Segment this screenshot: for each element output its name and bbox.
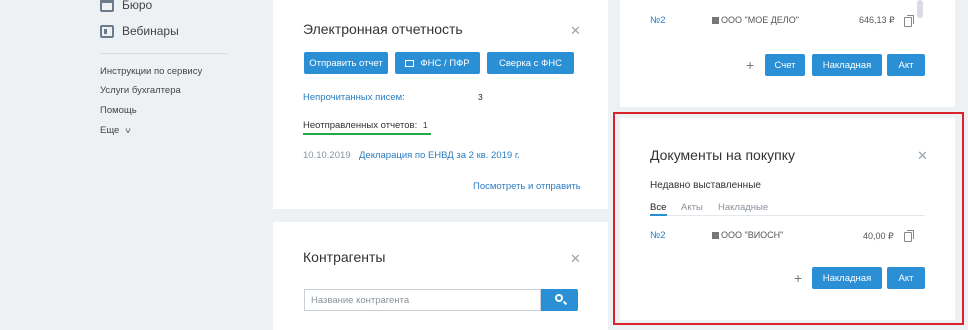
act-button[interactable]: Акт — [887, 54, 925, 76]
sidebar-divider — [100, 53, 227, 54]
sales-docs-card: №2 ООО "МОЕ ДЕЛО" 646,13 ₽ + Счет Наклад… — [620, 0, 955, 107]
sidebar-item-label: Вебинары — [122, 24, 179, 38]
invoice-button[interactable]: Счет — [765, 54, 805, 76]
report-link[interactable]: Декларация по ЕНВД за 2 кв. 2019 г. — [359, 150, 520, 161]
org-icon — [712, 17, 719, 24]
sidebar-item-webinars[interactable]: Вебинары — [100, 24, 179, 38]
sidebar-link-accountant[interactable]: Услуги бухгалтера — [100, 85, 181, 96]
send-report-button[interactable]: Отправить отчет — [304, 52, 388, 74]
counterparty-search-input[interactable] — [304, 289, 541, 311]
copy-icon[interactable] — [904, 15, 914, 27]
fns-pfr-button[interactable]: ФНС / ПФР — [395, 52, 480, 74]
sales-doc-amount: 646,13 ₽ — [859, 15, 895, 25]
sales-doc-number[interactable]: №2 — [650, 15, 665, 26]
close-icon[interactable]: ✕ — [570, 252, 581, 265]
fns-pfr-label: ФНС / ПФР — [420, 57, 470, 69]
sidebar-link-help[interactable]: Помощь — [100, 105, 137, 116]
sidebar-item-buro[interactable]: Бюро — [100, 0, 152, 12]
ereport-card: Электронная отчетность ✕ Отправить отчет… — [273, 0, 608, 209]
sidebar-more-label: Еще — [100, 125, 120, 136]
close-icon[interactable]: ✕ — [570, 24, 581, 37]
sales-doc-org: ООО "МОЕ ДЕЛО" — [712, 15, 799, 25]
report-date: 10.10.2019 — [303, 150, 351, 161]
scrollbar[interactable] — [917, 0, 923, 18]
unsent-reports-count: 1 — [422, 120, 428, 130]
sidebar-item-label: Бюро — [122, 0, 153, 12]
unsent-reports-tab[interactable]: Неотправленных отчетов: 1 — [303, 120, 428, 131]
unread-letters-count: 3 — [478, 92, 483, 102]
briefcase-icon — [100, 0, 114, 12]
chevron-down-icon: ∨ — [124, 126, 133, 135]
counterparties-title: Контрагенты — [303, 249, 386, 265]
highlight-frame — [613, 112, 964, 325]
sidebar-link-instructions[interactable]: Инструкции по сервису — [100, 66, 202, 77]
sidebar-more[interactable]: Еще ∨ — [100, 125, 133, 136]
add-icon[interactable]: + — [746, 57, 754, 73]
view-and-send-link[interactable]: Посмотреть и отправить — [473, 181, 581, 192]
film-icon — [100, 24, 114, 38]
unread-letters-link[interactable]: Непрочитанных писем: — [303, 92, 405, 103]
search-icon — [555, 294, 563, 302]
fns-reconcile-button[interactable]: Сверка с ФНС — [487, 52, 574, 74]
search-button[interactable] — [541, 289, 578, 311]
ereport-title: Электронная отчетность — [303, 21, 463, 37]
sales-doc-org-label: ООО "МОЕ ДЕЛО" — [721, 15, 799, 25]
unsent-reports-underline — [303, 133, 431, 135]
envelope-icon — [405, 59, 415, 67]
waybill-button[interactable]: Накладная — [812, 54, 882, 76]
unsent-reports-label: Неотправленных отчетов: — [303, 120, 418, 131]
counterparties-card: Контрагенты ✕ — [273, 222, 608, 330]
sidebar: Бюро Вебинары Инструкции по сервису Услу… — [0, 0, 273, 330]
